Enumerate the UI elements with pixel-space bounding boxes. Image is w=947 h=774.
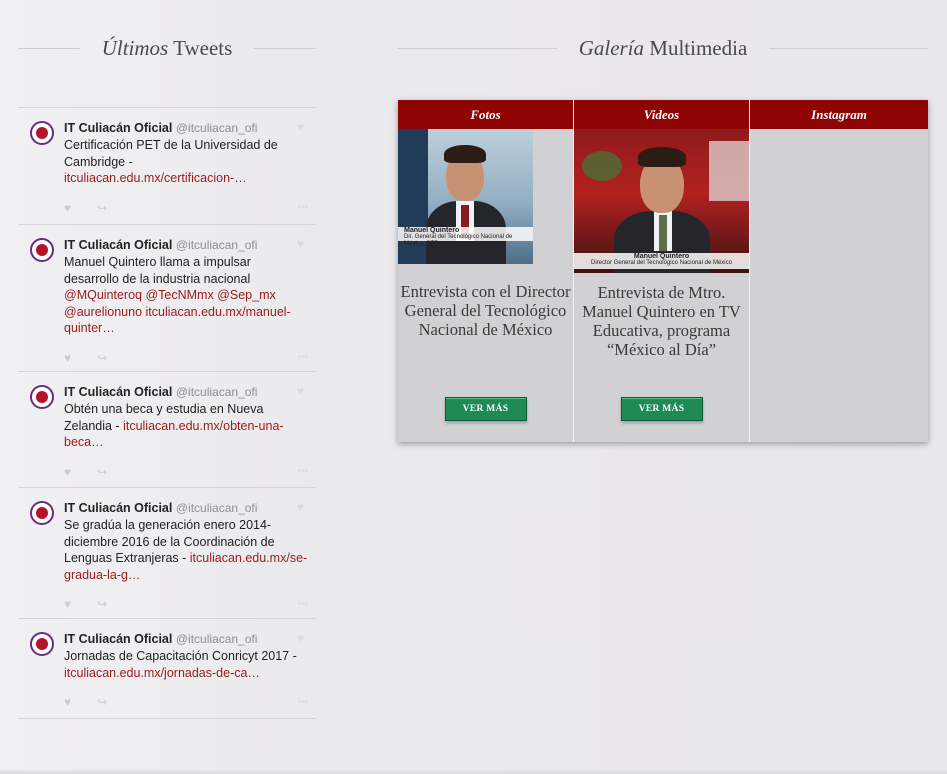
tweet-body: Jornadas de Capacitación Conricyt 2017 - [64, 649, 297, 663]
tweet-text: Certificación PET de la Universidad de C… [64, 137, 308, 187]
share-icon[interactable]: ↪ [97, 465, 107, 479]
avatar[interactable] [30, 385, 54, 409]
like-icon[interactable]: ♥ [64, 201, 71, 215]
tweet-item: ♥ IT Culiacán Oficial @itculiacan_ofi Se… [18, 488, 316, 619]
tweet-author-handle[interactable]: @itculiacan_ofi [176, 121, 258, 135]
videos-caption[interactable]: Entrevista de Mtro. Manuel Quintero en T… [574, 283, 749, 359]
tweet-author-handle[interactable]: @itculiacan_ofi [176, 385, 258, 399]
tweet-date[interactable]: ••• [297, 202, 308, 213]
like-icon[interactable]: ♥ [64, 597, 71, 611]
tweet-actions: ♥ ↪ ••• [64, 465, 308, 479]
media-gallery: Fotos Manuel Quintero Dir. General del Te… [398, 100, 928, 442]
title-italic: Galería [578, 36, 645, 60]
tweet-text: Jornadas de Capacitación Conricyt 2017 -… [64, 648, 308, 681]
tweet-text: Se gradúa la generación enero 2014-dicie… [64, 517, 308, 583]
tweet-actions: ♥ ↪ ••• [64, 351, 308, 365]
avatar[interactable] [30, 501, 54, 525]
tweets-section-header: Últimos Tweets [18, 36, 316, 61]
fotos-thumbnail[interactable]: Manuel Quintero Dir. General del Tecnológ… [398, 129, 533, 264]
like-icon[interactable]: ♥ [64, 695, 71, 709]
avatar[interactable] [30, 121, 54, 145]
tweet-item: ♥ IT Culiacán Oficial @itculiacan_ofi Ma… [18, 225, 316, 372]
tab-instagram[interactable]: Instagram [750, 100, 928, 129]
videos-thumbnail[interactable]: Manuel Quintero Director General del Tecn… [574, 129, 749, 273]
header-rule-right [254, 48, 316, 49]
ver-mas-button[interactable]: VER MÁS [444, 397, 527, 421]
avatar[interactable] [30, 238, 54, 262]
share-icon[interactable]: ↪ [97, 597, 107, 611]
header-rule-left [18, 48, 80, 49]
gallery-column-fotos: Fotos Manuel Quintero Dir. General del Te… [398, 100, 574, 442]
tweet-date[interactable]: ••• [297, 466, 308, 477]
tweet-actions: ♥ ↪ ••• [64, 201, 308, 215]
title-italic: Últimos [101, 36, 169, 60]
tweet-author-name[interactable]: IT Culiacán Oficial [64, 385, 172, 399]
share-icon[interactable]: ↪ [97, 201, 107, 215]
title-rest: Tweets [168, 36, 233, 60]
heart-icon[interactable]: ♥ [297, 631, 304, 645]
tweet-item: ♥ IT Culiacán Oficial @itculiacan_ofi Jo… [18, 619, 316, 719]
tweet-item: ♥ IT Culiacán Oficial @itculiacan_ofi Ce… [18, 108, 316, 225]
tweet-header: IT Culiacán Oficial @itculiacan_ofi [64, 384, 308, 400]
tweet-actions: ♥ ↪ ••• [64, 695, 308, 709]
gallery-column-instagram: Instagram [750, 100, 928, 442]
like-icon[interactable]: ♥ [64, 465, 71, 479]
heart-icon[interactable]: ♥ [297, 500, 304, 514]
share-icon[interactable]: ↪ [97, 351, 107, 365]
tweet-author-handle[interactable]: @itculiacan_ofi [176, 501, 258, 515]
tweet-date[interactable]: ••• [297, 352, 308, 363]
tweet-header: IT Culiacán Oficial @itculiacan_ofi [64, 237, 308, 253]
tweet-link[interactable]: itculiacan.edu.mx/jornadas-de-ca… [64, 666, 260, 680]
tweet-author-name[interactable]: IT Culiacán Oficial [64, 238, 172, 252]
tweet-author-handle[interactable]: @itculiacan_ofi [176, 238, 258, 252]
tab-fotos[interactable]: Fotos [398, 100, 573, 129]
heart-icon[interactable]: ♥ [297, 237, 304, 251]
tweet-list: ♥ IT Culiacán Oficial @itculiacan_ofi Ce… [18, 107, 316, 719]
tweet-author-name[interactable]: IT Culiacán Oficial [64, 121, 172, 135]
tweet-author-handle[interactable]: @itculiacan_ofi [176, 632, 258, 646]
thumb-caption-title: Dir. General del Tecnológico Nacional de… [404, 234, 513, 247]
tweet-body: Manuel Quintero llama a impulsar desarro… [64, 255, 251, 286]
thumb-caption-name: Manuel Quintero [404, 227, 460, 234]
header-rule-right [769, 48, 929, 49]
like-icon[interactable]: ♥ [64, 351, 71, 365]
tweet-actions: ♥ ↪ ••• [64, 597, 308, 611]
tweet-date[interactable]: ••• [297, 599, 308, 610]
tweet-author-name[interactable]: IT Culiacán Oficial [64, 632, 172, 646]
heart-icon[interactable]: ♥ [297, 120, 304, 134]
tweet-text: Manuel Quintero llama a impulsar desarro… [64, 254, 308, 337]
tweet-header: IT Culiacán Oficial @itculiacan_ofi [64, 631, 308, 647]
tab-videos[interactable]: Videos [574, 100, 749, 129]
avatar[interactable] [30, 632, 54, 656]
tweet-date[interactable]: ••• [297, 697, 308, 708]
tweet-header: IT Culiacán Oficial @itculiacan_ofi [64, 120, 308, 136]
tweet-author-name[interactable]: IT Culiacán Oficial [64, 501, 172, 515]
title-rest: Multimedia [644, 36, 748, 60]
share-icon[interactable]: ↪ [97, 695, 107, 709]
gallery-column-videos: Videos Manuel Quintero Director General d… [574, 100, 750, 442]
tweet-body: Certificación PET de la Universidad de C… [64, 138, 278, 169]
tweet-link[interactable]: itculiacan.edu.mx/certificacion-… [64, 171, 247, 185]
thumb-caption-name: Manuel Quintero [633, 253, 690, 260]
tweet-text: Obtén una beca y estudia en Nueva Zeland… [64, 401, 308, 451]
thumb-caption-title: Director General del Tecnológico Naciona… [591, 260, 732, 266]
heart-icon[interactable]: ♥ [297, 384, 304, 398]
gallery-section-header: Galería Multimedia [398, 36, 929, 61]
tweet-header: IT Culiacán Oficial @itculiacan_ofi [64, 500, 308, 516]
fotos-caption[interactable]: Entrevista con el Director General del T… [398, 282, 573, 339]
tweets-section-title: Últimos Tweets [80, 36, 255, 61]
ver-mas-button[interactable]: VER MÁS [620, 397, 703, 421]
tweet-item: ♥ IT Culiacán Oficial @itculiacan_ofi Ob… [18, 372, 316, 488]
gallery-section-title: Galería Multimedia [557, 36, 770, 61]
page-bottom-border [0, 770, 947, 774]
header-rule-left [398, 48, 557, 49]
